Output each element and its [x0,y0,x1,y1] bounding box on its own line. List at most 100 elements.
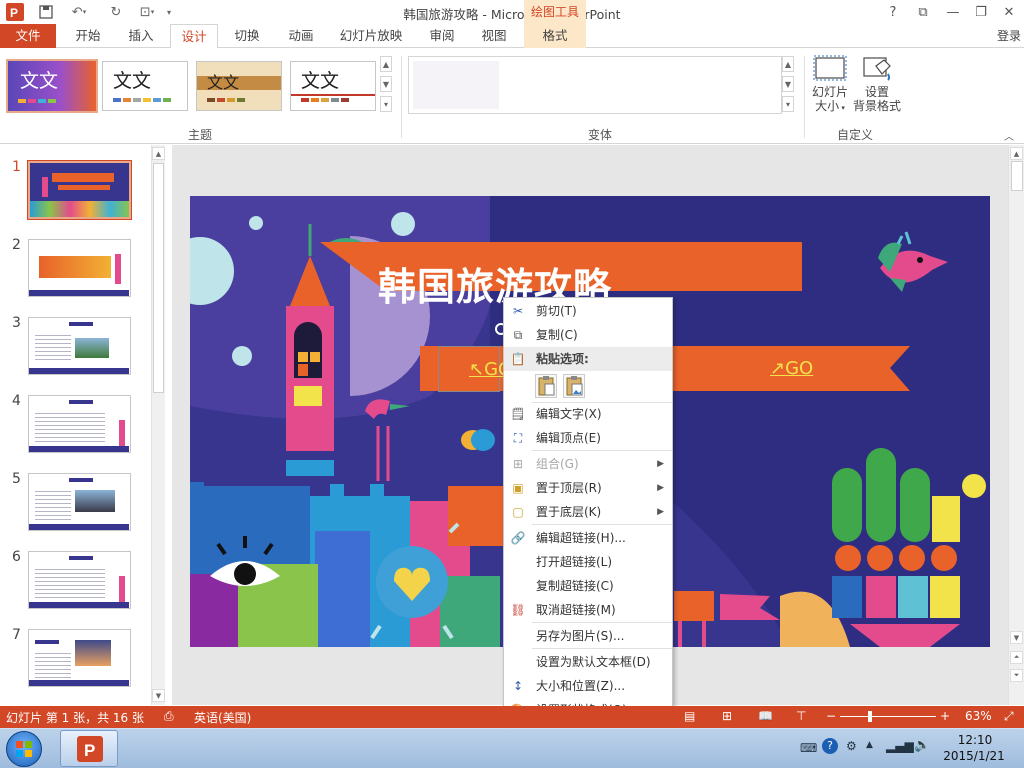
tray-settings-icon[interactable]: ⚙ [846,739,857,753]
language-indicator[interactable]: 英语(美国) [194,709,251,726]
restore-button[interactable]: ❐ [966,0,996,24]
slide-counter[interactable]: 幻灯片 第 1 张，共 16 张 [6,709,144,726]
slide-thumbnail-7[interactable]: 7 [0,627,150,693]
theme-thumbnail-3[interactable]: 文文 [196,61,282,111]
spell-check-icon[interactable]: ⎙ [164,709,174,724]
editor-scrollbar[interactable]: ▲ ▼ ⏶ ⏷ [1008,145,1024,705]
menu-edit-hyperlink[interactable]: 🔗 编辑超链接(H)... [504,526,672,550]
menu-copy-hyperlink[interactable]: 复制超链接(C) [504,574,672,598]
tab-animations[interactable]: 动画 [276,24,326,48]
fit-to-window-icon[interactable]: ⤢ [1004,709,1014,724]
tab-insert[interactable]: 插入 [116,24,166,48]
editor-scroll-down[interactable]: ▼ [1010,631,1023,644]
zoom-in-button[interactable]: + [940,709,950,723]
menu-save-as-picture[interactable]: 另存为图片(S)... [504,624,672,648]
submenu-arrow-icon: ▶ [657,483,664,493]
zoom-out-button[interactable]: − [826,709,836,723]
themes-scroll-down[interactable]: ▼ [380,76,392,92]
tab-file[interactable]: 文件 [0,24,56,48]
paste-icon [538,376,555,396]
help-button[interactable]: ? [878,0,908,24]
zoom-slider-thumb[interactable] [868,711,872,722]
themes-more[interactable]: ▾ [380,96,392,112]
zoom-level[interactable]: 63% [965,709,992,723]
paste-picture-icon [566,376,583,396]
tab-review[interactable]: 审阅 [418,24,466,48]
slide-thumbnail-6[interactable]: 6 [0,549,150,615]
editor-scroll-thumb[interactable] [1011,161,1023,191]
menu-send-to-back[interactable]: ▢ 置于底层(K) ▶ [504,500,672,524]
hyperlink-icon: 🔗 [510,531,526,545]
tray-network-icon[interactable]: ▂▄▆ [886,739,914,753]
menu-edit-text[interactable]: 🗒 编辑文字(X) [504,402,672,426]
previous-slide-button[interactable]: ⏶ [1010,651,1023,664]
remove-link-icon: ⛓ [510,603,526,617]
themes-scroll-up[interactable]: ▲ [380,56,392,72]
clock-date[interactable]: 2015/1/21 [936,749,1012,763]
selected-text-box[interactable]: ↖GO [438,323,512,392]
tray-keyboard-icon[interactable]: ⌨ [800,741,817,755]
normal-view-icon[interactable]: ▤ [684,709,695,723]
menu-open-hyperlink[interactable]: 打开超链接(L) [504,550,672,574]
menu-size-and-position[interactable]: ↕ 大小和位置(Z)... [504,674,672,698]
tab-home[interactable]: 开始 [62,24,114,48]
ribbon-display-options-icon[interactable]: ⧉ [908,0,938,24]
variants-scroll-down[interactable]: ▼ [782,76,794,92]
theme-thumbnail-4[interactable]: 文文 [290,61,376,111]
tray-help-icon[interactable]: ? [822,738,838,754]
menu-set-default-textbox[interactable]: 设置为默认文本框(D) [504,650,672,674]
tab-format[interactable]: 格式 [524,24,586,48]
clock-time[interactable]: 12:10 [950,733,1000,747]
menu-cut[interactable]: ✂ 剪切(T) [504,299,672,323]
slideshow-view-icon[interactable]: ⊤ [796,709,806,723]
variant-thumbnail-empty[interactable] [413,61,499,109]
tray-show-hidden-icon[interactable]: ▲ [866,740,873,750]
menu-remove-hyperlink[interactable]: ⛓ 取消超链接(M) [504,598,672,622]
slide-thumbnail-3[interactable]: 3 [0,315,150,381]
format-background-button[interactable]: 设置 背景格式 [852,52,902,122]
thumbnail-scroll-up[interactable]: ▲ [152,147,165,160]
tab-transitions[interactable]: 切换 [222,24,272,48]
powerpoint-taskbar-icon: P [77,736,103,762]
slide-thumbnail-4[interactable]: 4 [0,393,150,459]
menu-edit-points[interactable]: ⛶ 编辑顶点(E) [504,426,672,450]
thumbnail-scroll-down[interactable]: ▼ [152,689,165,702]
next-slide-button[interactable]: ⏷ [1010,669,1023,682]
reading-view-icon[interactable]: 📖 [758,709,773,723]
thumbnail-scroll-thumb[interactable] [153,163,164,393]
editor-scroll-up[interactable]: ▲ [1010,147,1023,160]
paste-keep-format-button[interactable] [535,374,557,398]
menu-bring-to-front[interactable]: ▣ 置于顶层(R) ▶ [504,476,672,500]
customize-group-label: 自定义 [836,128,873,142]
slide-size-button[interactable]: 幻灯片 大小 ▾ [808,52,852,122]
taskbar-powerpoint-button[interactable]: P [60,730,118,767]
theme-thumbnail-current[interactable]: 文文 [6,59,98,113]
minimize-button[interactable]: — [938,0,968,24]
variants-more[interactable]: ▾ [782,96,794,112]
menu-group[interactable]: ⊞ 组合(G) ▶ [504,452,672,476]
tab-slideshow[interactable]: 幻灯片放映 [332,24,410,48]
tray-volume-icon[interactable]: 🔈 [914,738,930,753]
close-button[interactable]: ✕ [994,0,1024,24]
paste-as-picture-button[interactable] [563,374,585,398]
slide-thumbnail-1[interactable]: 1 [0,159,150,225]
go-right-link[interactable]: ↗GO [770,358,813,379]
tab-view[interactable]: 视图 [470,24,518,48]
start-button[interactable] [6,731,42,767]
zoom-slider[interactable] [840,711,936,722]
tab-design[interactable]: 设计 [170,24,218,49]
thumbnail-scrollbar[interactable]: ▲ ▼ [151,145,165,705]
theme-thumbnail-2[interactable]: 文文 [102,61,188,111]
login-link[interactable]: 登录 [994,24,1024,48]
variants-scroll-up[interactable]: ▲ [782,56,794,72]
slide-sorter-icon[interactable]: ⊞ [722,709,732,723]
menu-copy[interactable]: ⧉ 复制(C) [504,323,672,347]
variants-gallery[interactable] [408,56,782,114]
themes-group-label: 主题 [187,128,212,142]
collapse-ribbon-icon[interactable]: ︿ [1004,128,1014,143]
status-bar: 幻灯片 第 1 张，共 16 张 ⎙ 英语(美国) ▤ ⊞ 📖 ⊤ − + 63… [0,706,1024,728]
variants-group-label: 变体 [587,128,612,142]
slide-size-icon [813,55,847,81]
slide-thumbnail-2[interactable]: 2 [0,237,150,303]
slide-thumbnail-5[interactable]: 5 [0,471,150,537]
